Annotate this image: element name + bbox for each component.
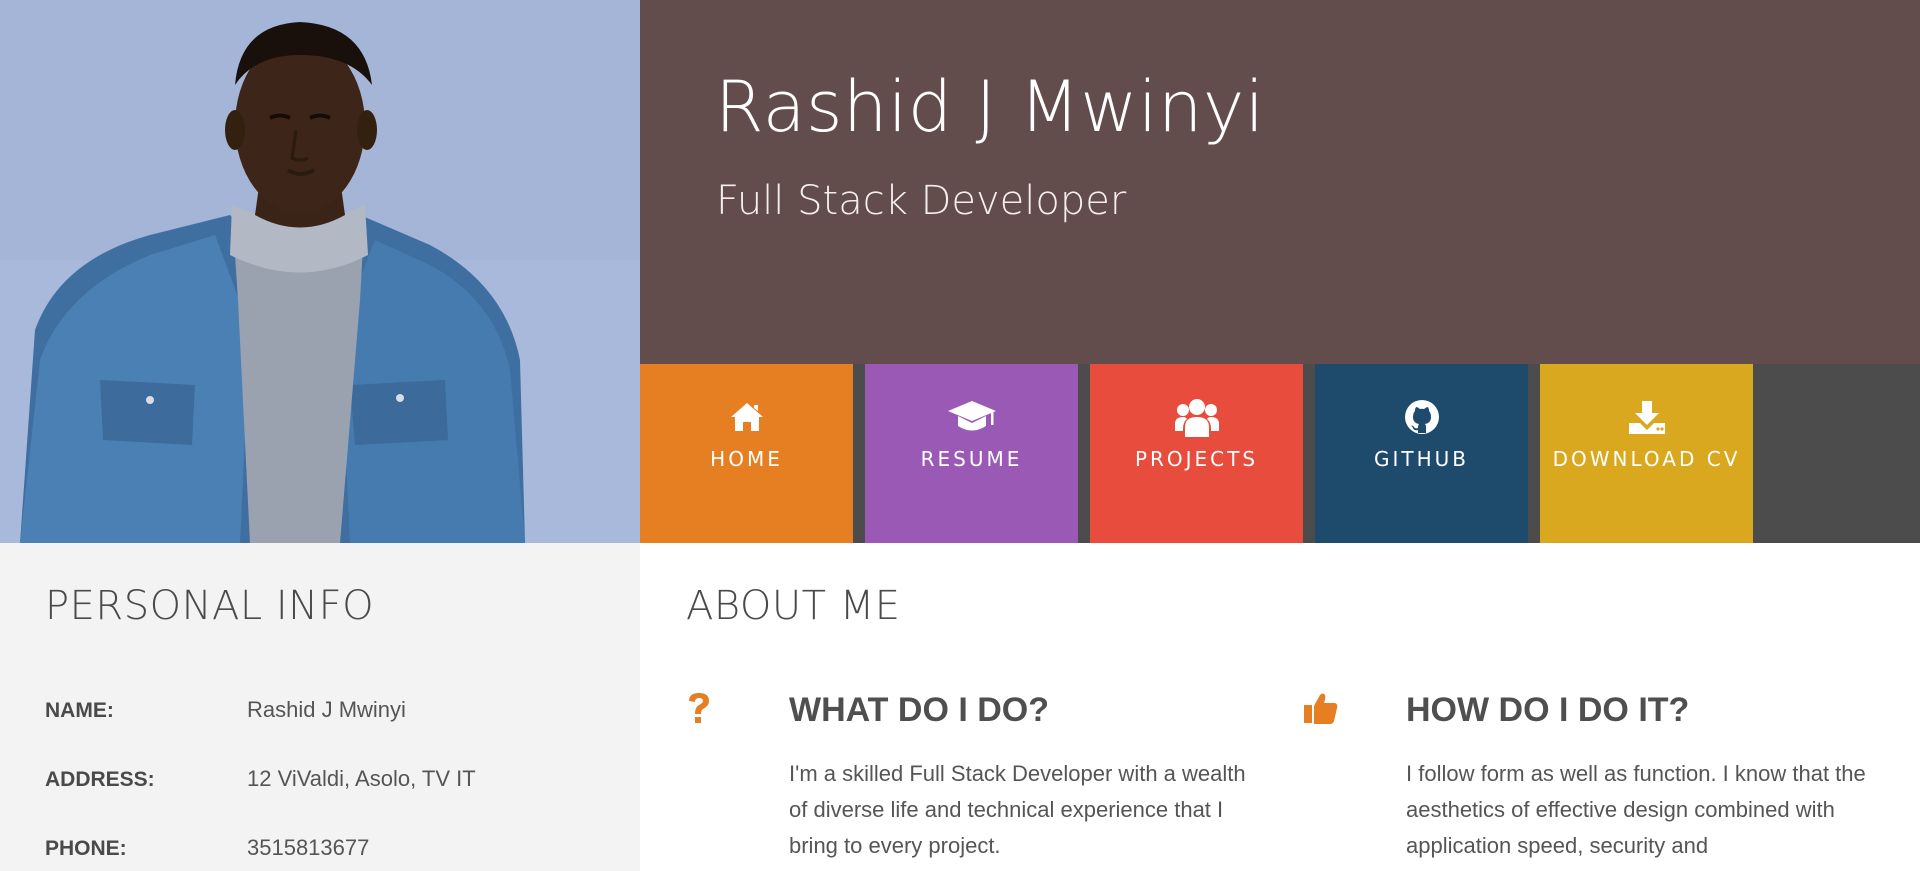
nav-github-label: GITHUB bbox=[1373, 447, 1469, 471]
profile-name: Rashid J Mwinyi bbox=[715, 66, 1265, 148]
nav-home-label: HOME bbox=[710, 447, 783, 471]
nav-download-cv-label: DOWNLOAD CV bbox=[1552, 447, 1741, 471]
info-row-name: NAME: Rashid J Mwinyi bbox=[45, 697, 605, 729]
nav-projects-label: PROJECTS bbox=[1134, 447, 1259, 471]
github-icon bbox=[1404, 397, 1440, 437]
hero-header: Rashid J Mwinyi Full Stack Developer bbox=[640, 0, 1920, 364]
info-key: ADDRESS: bbox=[45, 768, 155, 791]
personal-info-title: PERSONAL INFO bbox=[45, 583, 375, 629]
nav-home[interactable]: HOME bbox=[640, 364, 853, 543]
info-key: NAME: bbox=[45, 699, 114, 722]
info-row-phone: PHONE: 3515813677 bbox=[45, 835, 605, 867]
about-heading: WHAT DO I DO? bbox=[789, 691, 1049, 729]
about-me-section: ABOUT ME WHAT DO I DO? I'm a skilled Ful… bbox=[640, 543, 1920, 871]
nav-projects[interactable]: PROJECTS bbox=[1090, 364, 1303, 543]
graduation-cap-icon bbox=[946, 397, 998, 437]
info-value: 12 ViValdi, Asolo, TV IT bbox=[247, 766, 476, 791]
about-text: I follow form as well as function. I kno… bbox=[1406, 761, 1866, 858]
thumbs-up-icon bbox=[1303, 691, 1339, 732]
nav-download-cv[interactable]: DOWNLOAD CV bbox=[1540, 364, 1753, 543]
nav-resume-label: RESUME bbox=[920, 447, 1023, 471]
download-icon bbox=[1628, 397, 1666, 437]
about-text: I'm a skilled Full Stack Developer with … bbox=[789, 761, 1246, 858]
info-key: PHONE: bbox=[45, 837, 127, 860]
home-icon bbox=[729, 397, 765, 437]
info-value: 3515813677 bbox=[247, 835, 370, 860]
main-navigation: HOME RESUME PROJECTS GITHUB DOWNLOAD CV bbox=[640, 364, 1920, 543]
nav-github[interactable]: GITHUB bbox=[1315, 364, 1528, 543]
nav-resume[interactable]: RESUME bbox=[865, 364, 1078, 543]
about-heading: HOW DO I DO IT? bbox=[1406, 691, 1690, 729]
profile-photo bbox=[0, 0, 640, 543]
info-value: Rashid J Mwinyi bbox=[247, 697, 406, 722]
profile-role: Full Stack Developer bbox=[716, 178, 1127, 224]
about-me-title: ABOUT ME bbox=[686, 583, 901, 629]
question-icon bbox=[686, 691, 712, 732]
info-row-address: ADDRESS: 12 ViValdi, Asolo, TV IT bbox=[45, 766, 605, 798]
personal-info-section: PERSONAL INFO NAME: Rashid J Mwinyi ADDR… bbox=[0, 543, 640, 871]
users-icon bbox=[1174, 397, 1220, 437]
